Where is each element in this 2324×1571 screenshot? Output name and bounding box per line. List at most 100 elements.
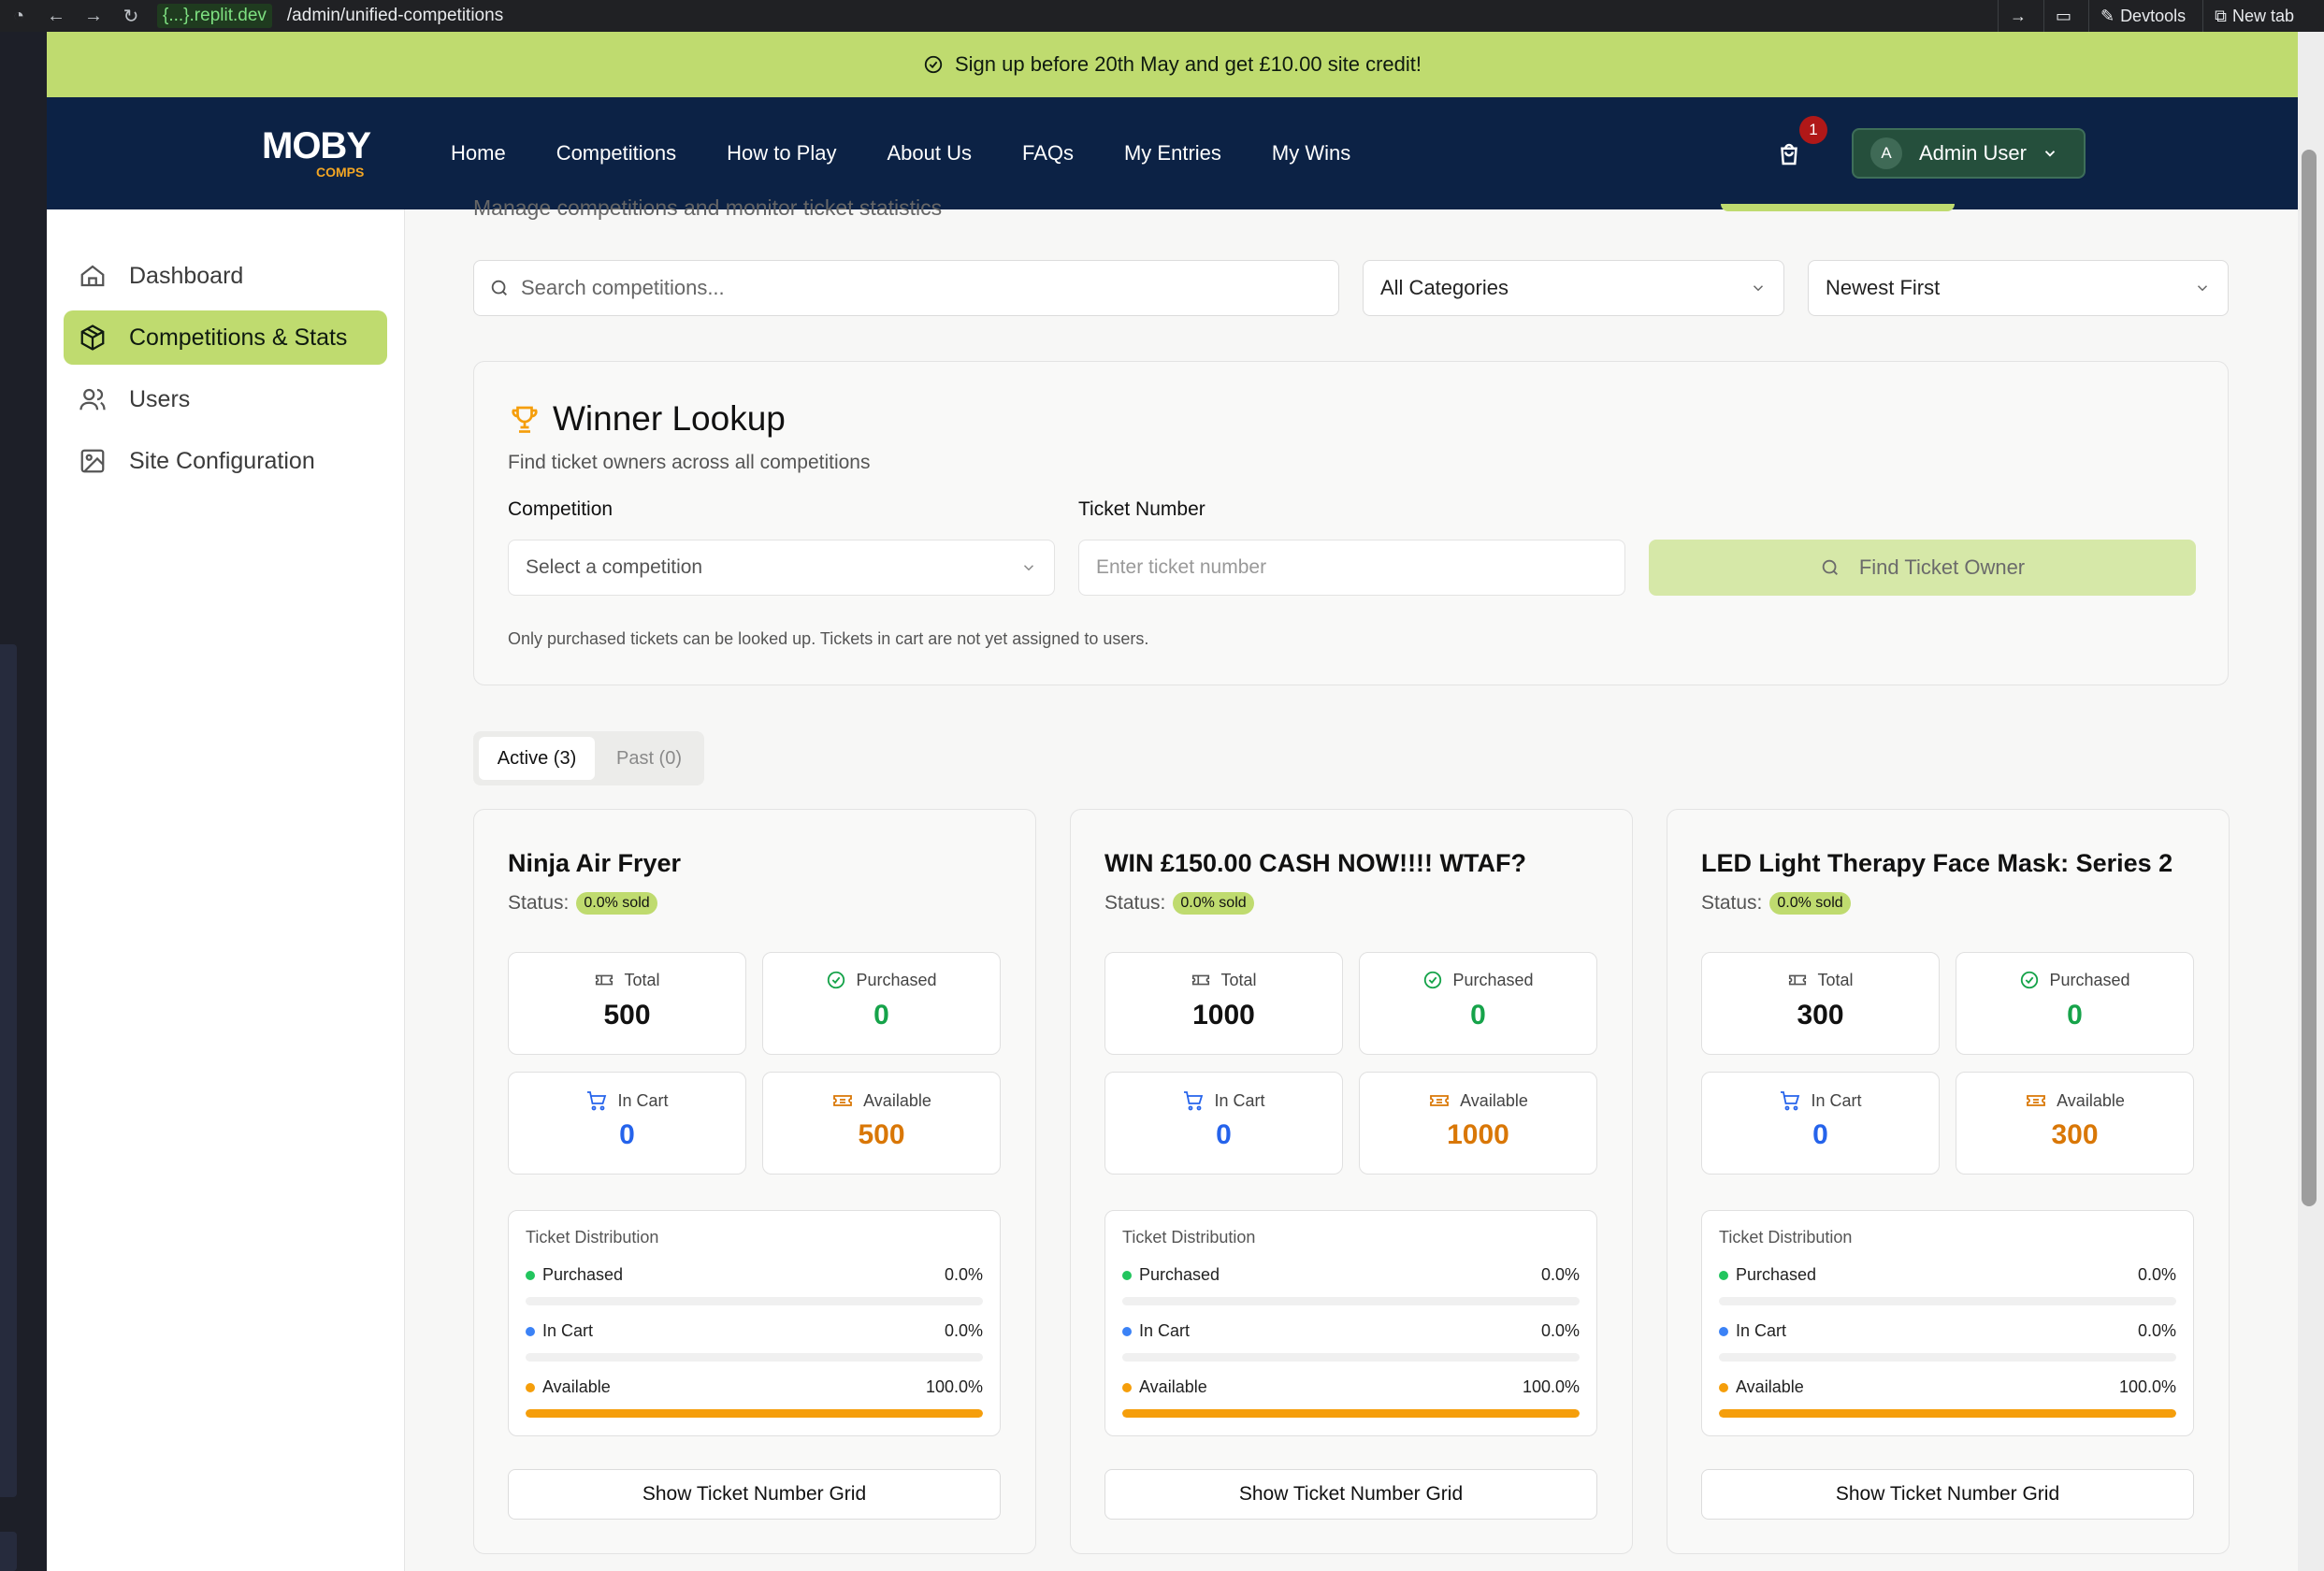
check-circle-icon xyxy=(924,55,943,74)
stat-value: 300 xyxy=(2051,1119,2099,1150)
ticket-number-input[interactable]: Enter ticket number xyxy=(1078,540,1625,596)
sidebar-item-users[interactable]: Users xyxy=(64,372,387,426)
ticket-icon xyxy=(2027,1095,2046,1106)
stat-available: Available 1000 xyxy=(1359,1072,1597,1175)
purchased-progress-bar xyxy=(526,1297,983,1305)
show-ticket-grid-button[interactable]: Show Ticket Number Grid xyxy=(1104,1469,1597,1520)
ticket-number-placeholder: Enter ticket number xyxy=(1096,556,1267,578)
distribution-percent: 0.0% xyxy=(1540,1265,1580,1284)
chevron-down-icon xyxy=(1753,285,1764,292)
stat-value: 300 xyxy=(1797,1000,1844,1031)
ticket-number-label: Ticket Number xyxy=(1078,498,1205,520)
purchased-dot-icon xyxy=(1719,1271,1728,1281)
stat-value: 1000 xyxy=(1192,1000,1255,1031)
find-ticket-owner-button[interactable]: Find Ticket Owner xyxy=(1649,540,2196,596)
nav-link-home[interactable]: Home xyxy=(451,141,506,166)
header-action-button[interactable] xyxy=(1721,204,1955,211)
distribution-row-available: Available 100.0% xyxy=(526,1377,983,1405)
category-value: All Categories xyxy=(1380,276,1508,299)
nav-link-my-wins[interactable]: My Wins xyxy=(1272,141,1350,166)
ticket-icon xyxy=(1789,974,1807,986)
distribution-row-purchased: Purchased 0.0% xyxy=(1122,1265,1580,1293)
device-icon[interactable]: ▭ xyxy=(2043,0,2083,32)
ticket-icon xyxy=(1430,1095,1450,1106)
avatar: A xyxy=(1870,137,1902,169)
shopping-bag-icon[interactable] xyxy=(1775,140,1803,168)
top-navigation: MOBY COMPS Home Competitions How to Play… xyxy=(47,97,2298,209)
tab-past[interactable]: Past (0) xyxy=(600,737,698,780)
back-button[interactable]: ← xyxy=(37,6,75,27)
stat-label: Purchased xyxy=(1452,970,1534,989)
stat-available: Available 500 xyxy=(762,1072,1001,1175)
in-cart-progress-bar xyxy=(1719,1353,2176,1362)
tab-active[interactable]: Active (3) xyxy=(479,737,595,780)
stat-value: 0 xyxy=(873,1000,889,1031)
sort-select[interactable]: Newest First xyxy=(1808,260,2229,316)
competition-status: Status: 0.0% sold xyxy=(1104,892,1254,915)
ticket-icon xyxy=(1192,974,1210,986)
ticket-icon xyxy=(596,974,613,986)
winner-lookup-title: Winner Lookup xyxy=(508,399,786,439)
stat-label: Purchased xyxy=(856,970,937,989)
stat-value: 500 xyxy=(603,1000,651,1031)
status-badge: 0.0% sold xyxy=(1769,892,1851,915)
stat-label: Available xyxy=(2057,1090,2125,1110)
distribution-row-in-cart: In Cart 0.0% xyxy=(526,1321,983,1349)
competition-select[interactable]: Select a competition xyxy=(508,540,1055,596)
sidebar-item-competitions[interactable]: Competitions & Stats xyxy=(64,310,387,365)
competition-title: LED Light Therapy Face Mask: Series 2 xyxy=(1701,849,2173,877)
user-name: Admin User xyxy=(1919,141,2027,165)
stat-value: 500 xyxy=(858,1119,905,1150)
stat-available: Available 300 xyxy=(1956,1072,2194,1175)
search-input[interactable]: Search competitions... xyxy=(473,260,1339,316)
cart-count-badge: 1 xyxy=(1799,116,1827,144)
nav-link-faqs[interactable]: FAQs xyxy=(1022,141,1074,166)
nav-link-my-entries[interactable]: My Entries xyxy=(1124,141,1221,166)
distribution-label: Purchased xyxy=(1736,1265,1817,1284)
search-placeholder: Search competitions... xyxy=(521,276,725,299)
external-link-icon: ⧉ xyxy=(2215,6,2227,25)
forward-button[interactable]: → xyxy=(75,6,112,27)
check-circle-icon xyxy=(2021,971,2039,989)
ticket-icon xyxy=(833,1095,853,1106)
address-bar[interactable]: {...}.replit.dev /admin/unified-competit… xyxy=(157,4,503,28)
show-ticket-grid-button[interactable]: Show Ticket Number Grid xyxy=(508,1469,1001,1520)
new-tab-button[interactable]: ⧉ New tab xyxy=(2202,0,2305,32)
share-icon[interactable]: → xyxy=(1997,0,2038,32)
nav-link-how-to-play[interactable]: How to Play xyxy=(727,141,836,166)
devtools-label: Devtools xyxy=(2120,6,2187,25)
category-select[interactable]: All Categories xyxy=(1363,260,1784,316)
sort-value: Newest First xyxy=(1826,276,1941,299)
stat-purchased: Purchased 0 xyxy=(1956,952,2194,1055)
distribution-percent: 0.0% xyxy=(1540,1321,1580,1340)
distribution-label: Available xyxy=(542,1377,611,1396)
status-label: Status: xyxy=(1701,892,1763,914)
nav-link-competitions[interactable]: Competitions xyxy=(556,141,676,166)
show-ticket-grid-button[interactable]: Show Ticket Number Grid xyxy=(1701,1469,2194,1520)
ide-side-strip xyxy=(0,32,47,1571)
purchased-dot-icon xyxy=(1122,1271,1132,1281)
reload-button[interactable]: ↻ xyxy=(112,5,150,28)
chevron-down-icon xyxy=(1023,565,1034,571)
in-cart-progress-bar xyxy=(526,1353,983,1362)
competition-title: Ninja Air Fryer xyxy=(508,849,682,877)
in-cart-dot-icon xyxy=(1719,1327,1728,1337)
user-menu-button[interactable]: A Admin User xyxy=(1852,128,2086,179)
distribution-label: In Cart xyxy=(1736,1321,1787,1340)
in-cart-dot-icon xyxy=(1122,1327,1132,1337)
nav-link-about-us[interactable]: About Us xyxy=(887,141,972,166)
sidebar-item-dashboard[interactable]: Dashboard xyxy=(64,249,387,303)
site-logo[interactable]: MOBY COMPS xyxy=(262,125,383,181)
sidebar-item-site-configuration[interactable]: Site Configuration xyxy=(64,434,387,488)
scrollbar-thumb[interactable] xyxy=(2302,150,2317,1206)
stat-label: Total xyxy=(1817,970,1854,989)
stat-label: Purchased xyxy=(2049,970,2130,989)
status-badge: 0.0% sold xyxy=(1173,892,1254,915)
package-icon xyxy=(80,324,105,351)
devtools-button[interactable]: ✎ Devtools xyxy=(2087,0,2197,32)
users-icon xyxy=(79,388,106,411)
distribution-row-in-cart: In Cart 0.0% xyxy=(1719,1321,2176,1349)
ticket-distribution: Ticket Distribution Purchased 0.0% In Ca… xyxy=(1701,1210,2194,1436)
stat-label: Total xyxy=(1220,970,1257,989)
stat-label: In Cart xyxy=(1214,1090,1265,1110)
